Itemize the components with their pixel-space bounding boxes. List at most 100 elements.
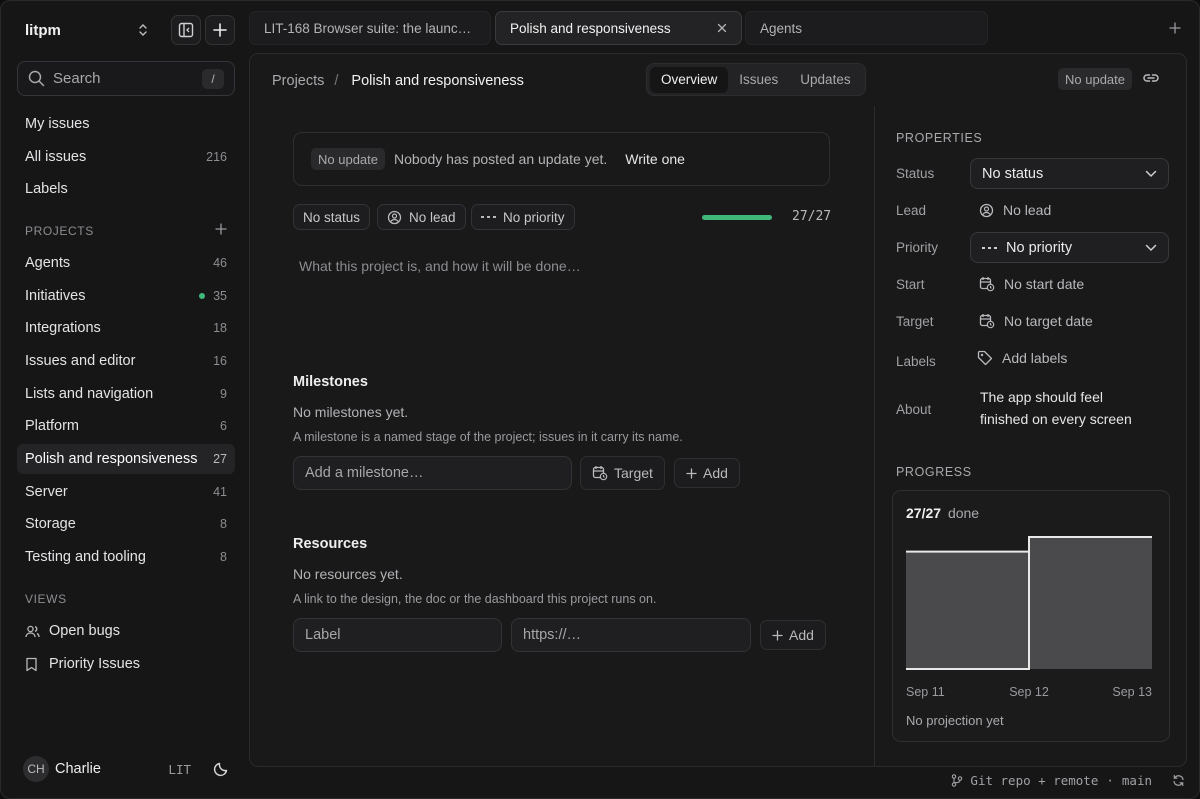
status-select[interactable]: No status	[970, 158, 1169, 189]
resources-empty: No resources yet.	[293, 566, 403, 582]
milestone-placeholder: Add a milestone…	[305, 465, 424, 481]
project-item-storage[interactable]: Storage 8	[17, 509, 235, 539]
write-update-button[interactable]: Write one	[625, 151, 685, 167]
project-label: Testing and tooling	[25, 549, 146, 565]
project-item-polish[interactable]: Polish and responsiveness 27	[17, 444, 235, 474]
calendar-clock-icon	[592, 465, 614, 481]
update-badge: No update	[311, 148, 385, 170]
git-branch-icon	[951, 773, 963, 787]
milestone-target-button[interactable]: Target	[580, 456, 665, 490]
status-chip[interactable]: No status	[293, 204, 371, 230]
target-text: No target date	[1004, 313, 1093, 329]
project-item-platform[interactable]: Platform 6	[17, 411, 235, 441]
status-label: Status	[896, 166, 935, 181]
project-label: Storage	[25, 516, 76, 532]
x-tick-label: Sep 11	[906, 685, 945, 699]
project-item-lists-navigation[interactable]: Lists and navigation 9	[17, 379, 235, 409]
project-count: 18	[213, 321, 227, 335]
search-icon	[28, 70, 45, 87]
tab-agents[interactable]: Agents	[745, 11, 988, 45]
projection-text: No projection yet	[906, 713, 1004, 728]
user-menu[interactable]: CH Charlie LIT	[17, 753, 235, 785]
project-item-issues-editor[interactable]: Issues and editor 16	[17, 346, 235, 376]
milestones-empty: No milestones yet.	[293, 404, 409, 420]
breadcrumb-root[interactable]: Projects	[272, 73, 324, 89]
users-icon	[25, 624, 40, 639]
priority-select[interactable]: No priority	[970, 232, 1169, 263]
view-item-priority-issues[interactable]: Priority Issues	[17, 649, 235, 679]
project-count: 9	[220, 387, 227, 401]
sidebar: litpm Search / My issues All issues 216 …	[1, 1, 249, 798]
project-count: 16	[213, 354, 227, 368]
moon-icon[interactable]	[213, 761, 229, 777]
url-placeholder: https://…	[523, 627, 582, 643]
project-label: Issues and editor	[25, 353, 136, 369]
milestone-input[interactable]: Add a milestone…	[293, 456, 572, 490]
link-icon[interactable]	[1142, 71, 1160, 85]
new-issue-button[interactable]	[205, 15, 235, 45]
tab-lit-168[interactable]: LIT-168 Browser suite: the launc…	[249, 11, 491, 45]
project-label: Lists and navigation	[25, 386, 154, 402]
plus-icon	[212, 22, 228, 38]
view-item-open-bugs[interactable]: Open bugs	[17, 616, 235, 646]
tab-updates[interactable]: Updates	[789, 67, 861, 93]
x-tick-label: Sep 13	[1112, 685, 1152, 699]
resource-label-input[interactable]: Label	[293, 618, 502, 652]
project-count: 8	[220, 517, 227, 531]
nav-my-issues[interactable]: My issues	[17, 109, 235, 139]
project-count: 41	[213, 485, 227, 499]
repo-status: Git repo + remote	[970, 772, 1099, 788]
workspace-name: litpm	[25, 21, 61, 39]
project-label: Polish and responsiveness	[25, 451, 198, 467]
plus-icon	[686, 467, 703, 479]
project-label: Initiatives	[25, 288, 86, 304]
add-resource-button[interactable]: Add	[760, 620, 826, 650]
add-labels-button[interactable]: Add labels	[977, 350, 1067, 366]
nav-labels[interactable]: Labels	[17, 174, 235, 204]
project-count: 35	[213, 289, 227, 303]
nav-all-issues[interactable]: All issues 216	[17, 142, 235, 172]
priority-chip[interactable]: No priority	[471, 204, 575, 230]
about-line: finished on every screen	[980, 410, 1132, 427]
milestones-help: A milestone is a named stage of the proj…	[293, 430, 683, 444]
workspace-switcher[interactable]: litpm	[17, 13, 157, 47]
progress-chart: Sep 11 Sep 12 Sep 13	[906, 536, 1152, 699]
progress-heading: PROGRESS	[896, 465, 972, 479]
project-item-agents[interactable]: Agents 46	[17, 248, 235, 278]
label-placeholder: Label	[305, 627, 341, 643]
search-input[interactable]: Search /	[17, 61, 235, 96]
description-editor[interactable]: What this project is, and how it will be…	[299, 258, 581, 274]
app-window: litpm Search / My issues All issues 216 …	[0, 0, 1200, 799]
project-item-testing[interactable]: Testing and tooling 8	[17, 542, 235, 572]
tab-issues[interactable]: Issues	[728, 67, 789, 93]
lead-chip[interactable]: No lead	[377, 204, 466, 230]
status-value: No status	[982, 165, 1044, 182]
start-date-value[interactable]: No start date	[979, 276, 1084, 292]
chevron-down-icon	[1145, 170, 1157, 178]
project-item-server[interactable]: Server 41	[17, 477, 235, 507]
target-date-value[interactable]: No target date	[979, 313, 1093, 329]
toggle-sidebar-button[interactable]	[171, 15, 201, 45]
new-tab-icon[interactable]	[1169, 22, 1181, 34]
resource-url-input[interactable]: https://…	[511, 618, 751, 652]
project-count: 27	[213, 452, 227, 466]
tab-polish[interactable]: Polish and responsiveness	[495, 11, 742, 45]
page-title: Polish and responsiveness	[351, 73, 524, 89]
about-text[interactable]: The app should feel finished on every sc…	[980, 387, 1132, 430]
close-icon[interactable]	[717, 23, 727, 33]
panel-divider	[874, 106, 875, 766]
project-item-initiatives[interactable]: Initiatives 35	[17, 281, 235, 311]
tab-overview[interactable]: Overview	[650, 66, 729, 93]
lead-value[interactable]: No lead	[979, 202, 1051, 218]
add-project-icon[interactable]	[215, 223, 227, 235]
target-label: Target	[614, 465, 653, 481]
start-text: No start date	[1004, 276, 1085, 292]
labels-text: Add labels	[1002, 350, 1068, 366]
breadcrumb-separator: /	[334, 73, 339, 89]
start-label: Start	[896, 277, 925, 292]
status-bar: Git repo + remote · main	[951, 771, 1185, 789]
add-milestone-button[interactable]: Add	[674, 458, 740, 488]
target-label: Target	[896, 314, 934, 329]
project-item-integrations[interactable]: Integrations 18	[17, 313, 235, 343]
sync-icon[interactable]	[1172, 774, 1185, 787]
